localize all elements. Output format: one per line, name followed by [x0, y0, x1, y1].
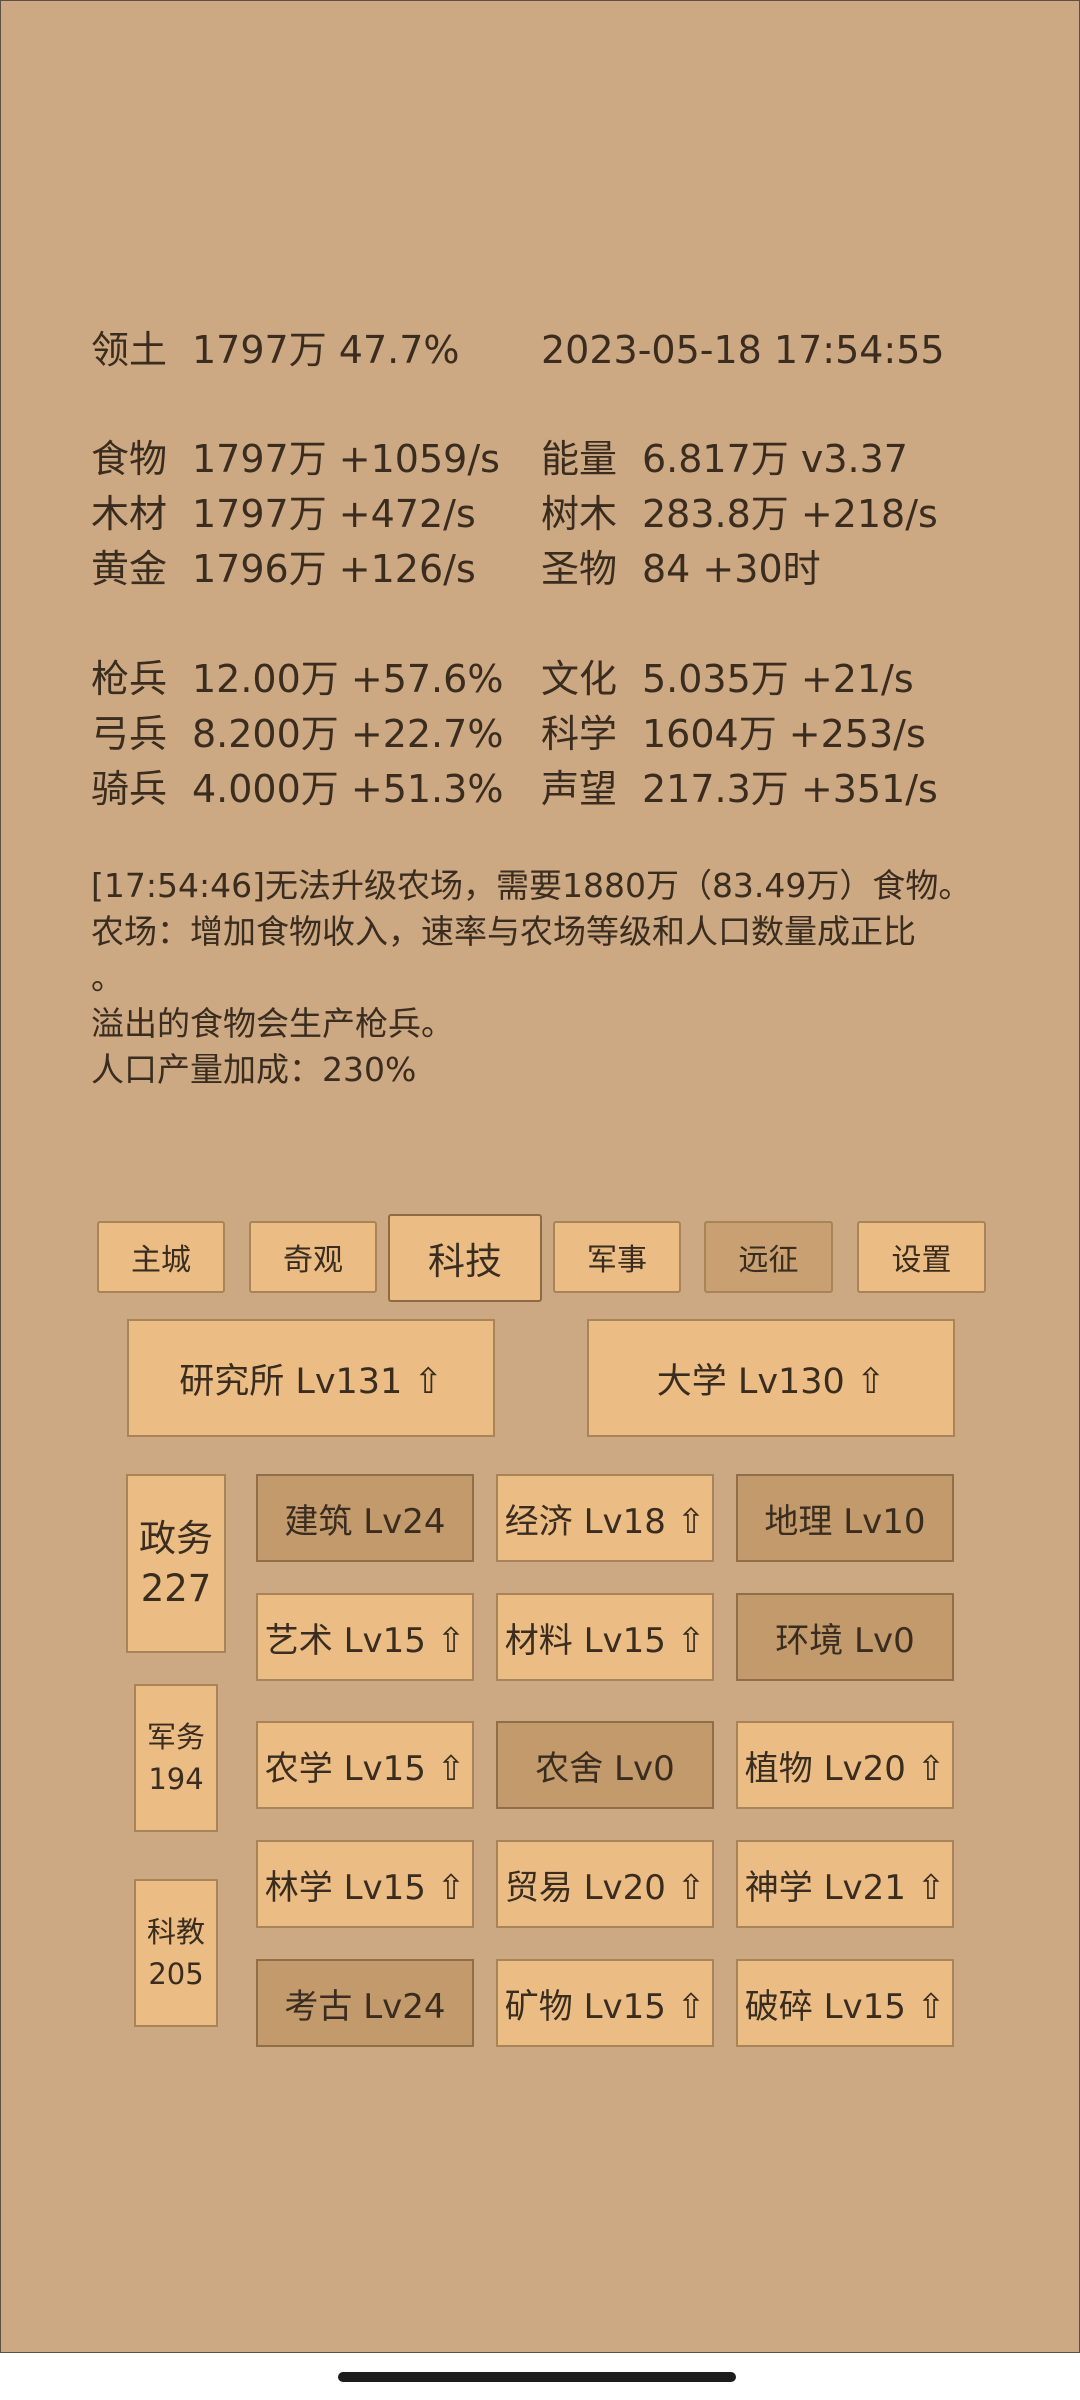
game-screen: 领土 1797万 47.7% 2023-05-18 17:54:55 食物 17… [0, 0, 1080, 2353]
tab-military[interactable]: 军事 [553, 1221, 681, 1293]
energy-label: 能量 [541, 437, 618, 481]
tab-expedition[interactable]: 远征 [704, 1221, 833, 1293]
food-label: 食物 [91, 437, 168, 481]
territory-value: 1797万 47.7% [192, 328, 460, 372]
tech-economy[interactable]: 经济 Lv18 ⇧ [496, 1474, 714, 1562]
spearman-value: 12.00万 +57.6% [192, 657, 504, 701]
trees-value: 283.8万 +218/s [642, 492, 938, 536]
tab-wonders[interactable]: 奇观 [249, 1221, 377, 1293]
university-button[interactable]: 大学 Lv130 ⇧ [587, 1319, 955, 1437]
tech-architecture[interactable]: 建筑 Lv24 [256, 1474, 474, 1562]
tech-forestry[interactable]: 林学 Lv15 ⇧ [256, 1840, 474, 1928]
trees-label: 树木 [541, 492, 618, 536]
food-value: 1797万 +1059/s [192, 437, 500, 481]
category-count: 227 [140, 1566, 212, 1610]
gold-label: 黄金 [91, 547, 168, 591]
message-line: 溢出的食物会生产枪兵。 [91, 1004, 454, 1043]
science-label: 科学 [541, 712, 618, 756]
message-line: 。 [91, 958, 124, 997]
science-value: 1604万 +253/s [642, 712, 926, 756]
message-line: [17:54:46]无法升级农场，需要1880万（83.49万）食物。 [91, 866, 972, 905]
category-politics-button[interactable]: 政务 227 [126, 1474, 226, 1653]
home-indicator-bar[interactable] [338, 2372, 736, 2382]
archer-label: 弓兵 [91, 712, 168, 756]
gold-value: 1796万 +126/s [192, 547, 476, 591]
tech-materials[interactable]: 材料 Lv15 ⇧ [496, 1593, 714, 1681]
tech-farmhouse[interactable]: 农舍 Lv0 [496, 1721, 714, 1809]
category-military-affairs-button[interactable]: 军务 194 [134, 1684, 218, 1832]
relic-label: 圣物 [541, 547, 618, 591]
tech-geography[interactable]: 地理 Lv10 [736, 1474, 954, 1562]
wood-value: 1797万 +472/s [192, 492, 476, 536]
cavalry-label: 骑兵 [91, 767, 168, 811]
category-name: 军务 [146, 1720, 205, 1754]
category-count: 194 [148, 1762, 204, 1796]
culture-label: 文化 [541, 657, 618, 701]
tech-trade[interactable]: 贸易 Lv20 ⇧ [496, 1840, 714, 1928]
category-count: 205 [148, 1957, 204, 1991]
tech-agronomy[interactable]: 农学 Lv15 ⇧ [256, 1721, 474, 1809]
cavalry-value: 4.000万 +51.3% [192, 767, 504, 811]
datetime: 2023-05-18 17:54:55 [541, 328, 945, 372]
prestige-value: 217.3万 +351/s [642, 767, 938, 811]
tech-theology[interactable]: 神学 Lv21 ⇧ [736, 1840, 954, 1928]
tab-settings[interactable]: 设置 [857, 1221, 986, 1293]
tech-shatter[interactable]: 破碎 Lv15 ⇧ [736, 1959, 954, 2047]
territory-label: 领土 [91, 328, 168, 372]
message-line: 人口产量加成：230% [91, 1050, 417, 1089]
energy-value: 6.817万 v3.37 [642, 437, 908, 481]
research-institute-button[interactable]: 研究所 Lv131 ⇧ [127, 1319, 495, 1437]
relic-value: 84 +30时 [642, 547, 821, 591]
tech-botany[interactable]: 植物 Lv20 ⇧ [736, 1721, 954, 1809]
category-science-education-button[interactable]: 科教 205 [134, 1879, 218, 2027]
tech-environment[interactable]: 环境 Lv0 [736, 1593, 954, 1681]
spearman-label: 枪兵 [91, 657, 168, 701]
category-name: 政务 [139, 1516, 213, 1560]
culture-value: 5.035万 +21/s [642, 657, 914, 701]
wood-label: 木材 [91, 492, 168, 536]
archer-value: 8.200万 +22.7% [192, 712, 504, 756]
tech-art[interactable]: 艺术 Lv15 ⇧ [256, 1593, 474, 1681]
message-line: 农场：增加食物收入，速率与农场等级和人口数量成正比 [91, 912, 916, 951]
tab-main-city[interactable]: 主城 [97, 1221, 225, 1293]
tech-archaeology[interactable]: 考古 Lv24 [256, 1959, 474, 2047]
message-log: [17:54:46]无法升级农场，需要1880万（83.49万）食物。 农场：增… [91, 863, 991, 1093]
tab-technology[interactable]: 科技 [388, 1214, 542, 1302]
tech-minerals[interactable]: 矿物 Lv15 ⇧ [496, 1959, 714, 2047]
category-name: 科教 [146, 1915, 205, 1949]
prestige-label: 声望 [541, 767, 618, 811]
